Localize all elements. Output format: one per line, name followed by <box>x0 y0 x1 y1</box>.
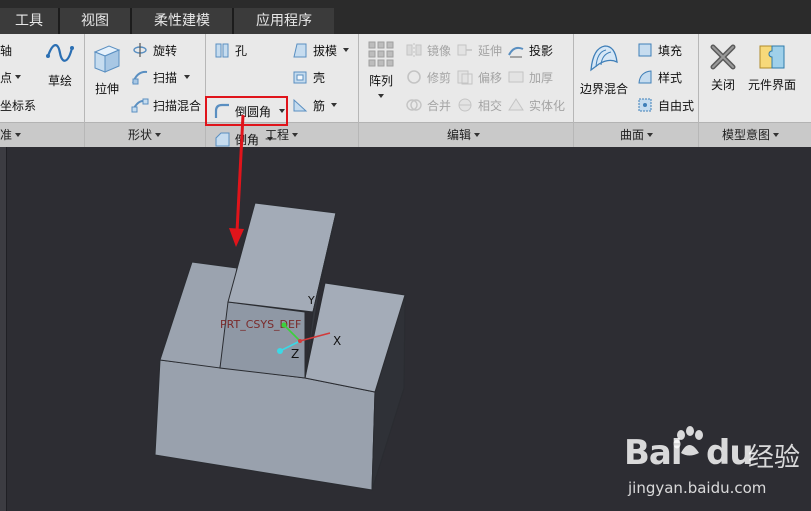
csys-x-label: X <box>333 334 341 348</box>
csys-z-label: Z <box>291 347 299 361</box>
watermark-url: jingyan.baidu.com <box>628 479 767 497</box>
tower-top-face[interactable] <box>227 202 337 313</box>
csys-y-marker <box>281 322 287 328</box>
annotation-arrow-shaft <box>235 114 245 233</box>
center-recess-face[interactable] <box>219 301 306 379</box>
baidu-jingyan-watermark: Bai du 经验 jingyan.baidu.com <box>624 425 804 505</box>
watermark-brand-jingyan: 经验 <box>748 443 801 473</box>
csys-z-marker <box>277 348 283 354</box>
watermark-brand-du: du <box>706 433 754 473</box>
csys-y-label: Y <box>307 294 315 307</box>
paw-icon <box>673 426 703 456</box>
csys-origin <box>298 339 302 343</box>
annotation-arrow-head <box>229 228 244 247</box>
